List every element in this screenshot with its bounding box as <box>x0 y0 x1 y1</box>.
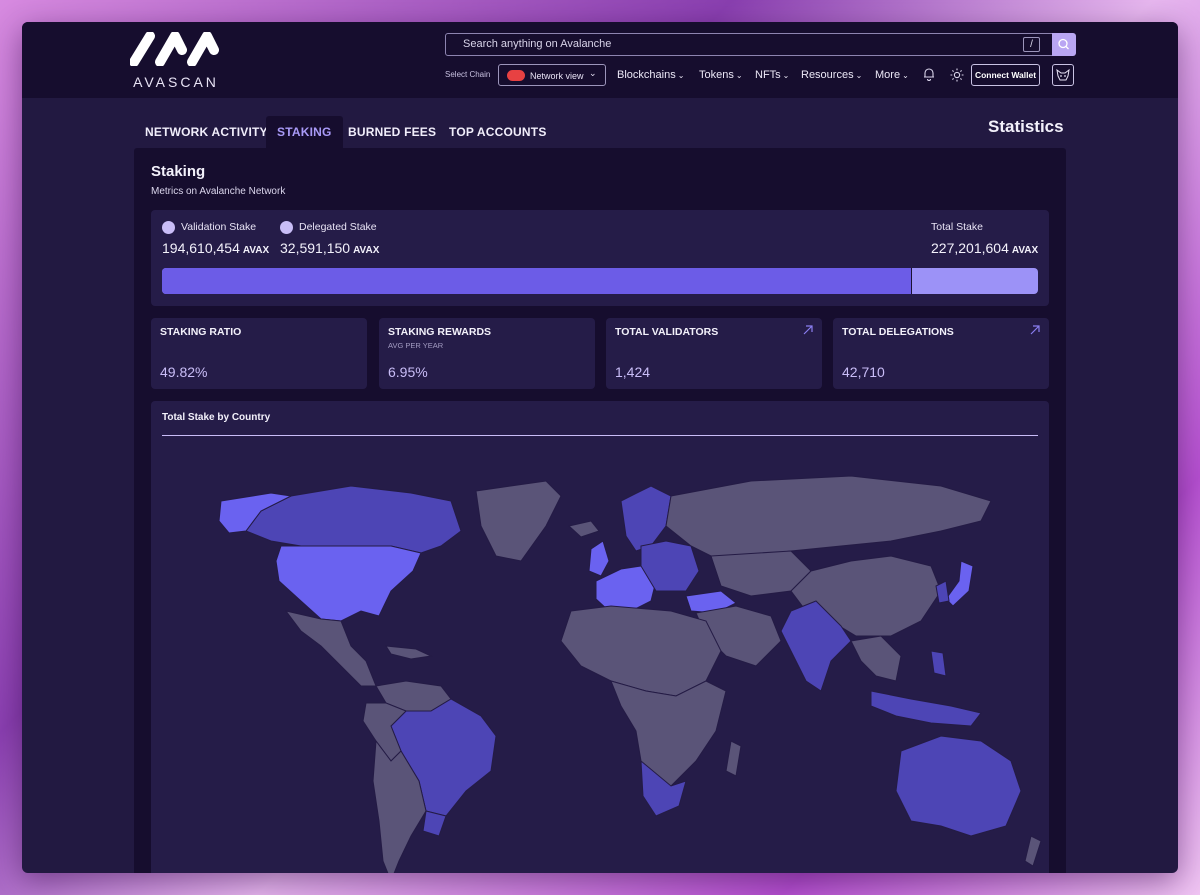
map-country-indonesia[interactable] <box>870 690 982 727</box>
unit-label: AVAX <box>242 245 270 256</box>
metamask-button[interactable] <box>1052 64 1074 86</box>
validation-stake-value: 194,610,454 AVAX <box>162 240 269 256</box>
chevron-down-icon: ⌄ <box>677 71 685 80</box>
validation-stake-amount: 194,610,454 <box>162 240 240 256</box>
theme-toggle-sun-icon[interactable] <box>950 68 964 82</box>
map-country-philippines[interactable] <box>930 650 947 677</box>
map-country-madagascar[interactable] <box>725 740 742 777</box>
metric-label: STAKING REWARDS <box>388 326 492 338</box>
nav-label: NFTs <box>755 69 781 81</box>
stake-distribution-bar <box>162 268 1038 294</box>
delegated-legend-dot <box>280 221 293 234</box>
map-country-russia[interactable] <box>665 475 992 557</box>
world-map[interactable] <box>151 441 1049 873</box>
tab-staking[interactable]: STAKING <box>266 116 343 148</box>
map-title-divider <box>162 435 1038 436</box>
delegated-stake-amount: 32,591,150 <box>280 240 351 256</box>
validation-legend-dot <box>162 221 175 234</box>
bell-icon[interactable] <box>922 67 936 81</box>
map-country-africa-north[interactable] <box>560 605 722 697</box>
avalanche-chain-icon <box>507 70 525 81</box>
metric-label: TOTAL VALIDATORS <box>615 326 719 338</box>
metric-card-total-delegations[interactable]: TOTAL DELEGATIONS 42,710 <box>833 318 1049 389</box>
nav-nfts[interactable]: NFTs ⌄ <box>755 69 789 81</box>
metric-value: 42,710 <box>842 364 885 380</box>
nav-resources[interactable]: Resources ⌄ <box>801 69 862 81</box>
map-country-japan[interactable] <box>945 560 974 607</box>
search-button[interactable] <box>1052 33 1076 56</box>
nav-label: More <box>875 69 901 81</box>
nav-blockchains[interactable]: Blockchains ⌄ <box>617 69 684 81</box>
chevron-down-icon: ⌄ <box>902 71 909 80</box>
nav-label: Tokens <box>699 69 734 81</box>
total-stake-value: 227,201,604 AVAX <box>931 240 1038 256</box>
metric-value: 49.82% <box>160 364 208 380</box>
nav-more[interactable]: More ⌄ <box>875 69 909 81</box>
metric-value: 1,424 <box>615 364 651 380</box>
map-country-usa[interactable] <box>275 545 422 622</box>
chevron-down-icon: ⌄ <box>782 71 790 80</box>
logo-text: AVASCAN <box>133 74 219 90</box>
map-country-australia[interactable] <box>895 735 1022 837</box>
metric-card-total-validators[interactable]: TOTAL VALIDATORS 1,424 <box>606 318 822 389</box>
metamask-fox-icon <box>1056 68 1070 81</box>
metric-label: STAKING RATIO <box>160 326 242 338</box>
chevron-down-icon: ⌄ <box>589 68 597 78</box>
tab-burned-fees[interactable]: BURNED FEES <box>337 116 447 148</box>
total-stake-label: Total Stake <box>931 221 983 233</box>
search-icon <box>1058 38 1069 50</box>
tab-top-accounts[interactable]: TOP ACCOUNTS <box>438 116 558 148</box>
search-shortcut-key: / <box>1023 37 1040 52</box>
metric-label: TOTAL DELEGATIONS <box>842 326 954 338</box>
map-country-africa-central[interactable] <box>610 680 727 792</box>
arrow-up-right-icon[interactable] <box>1030 325 1040 335</box>
search-input[interactable]: Search anything on Avalanche <box>463 38 611 50</box>
chevron-down-icon: ⌄ <box>735 71 743 80</box>
map-country-greenland[interactable] <box>475 480 562 562</box>
nav-label: Resources <box>801 69 854 81</box>
panel-subtitle: Metrics on Avalanche Network <box>151 186 286 197</box>
search-bar[interactable]: Search anything on Avalanche / <box>445 33 1076 56</box>
delegated-stake-value: 32,591,150 AVAX <box>280 240 379 256</box>
select-chain-label: Select Chain <box>445 70 491 79</box>
chain-select[interactable]: Network view ⌄ <box>498 64 606 86</box>
chevron-down-icon: ⌄ <box>855 71 863 80</box>
validation-stake-bar <box>162 268 913 294</box>
stake-by-country-map-card: Total Stake by Country <box>151 401 1049 873</box>
chain-select-value: Network view <box>530 71 584 81</box>
nav-tokens[interactable]: Tokens ⌄ <box>699 69 743 81</box>
map-title: Total Stake by Country <box>162 412 271 423</box>
map-country-southeast-asia[interactable] <box>850 635 902 682</box>
map-country-uruguay[interactable] <box>422 810 447 837</box>
map-country-iceland[interactable] <box>567 520 600 538</box>
app-window: AVASCAN Search anything on Avalanche / S… <box>22 22 1178 873</box>
avascan-logo-mark <box>130 32 219 66</box>
metric-sublabel: AVG PER YEAR <box>388 341 444 350</box>
validation-stake-label: Validation Stake <box>181 221 257 233</box>
avascan-logo[interactable]: AVASCAN <box>130 32 222 92</box>
total-stake-amount: 227,201,604 <box>931 240 1009 256</box>
page-title: Statistics <box>988 117 1064 136</box>
map-country-new-zealand[interactable] <box>1024 835 1042 867</box>
unit-label: AVAX <box>1011 245 1039 256</box>
nav-label: Blockchains <box>617 69 676 81</box>
connect-wallet-button[interactable]: Connect Wallet <box>971 64 1040 86</box>
metric-card-staking-ratio: STAKING RATIO 49.82% <box>151 318 367 389</box>
metric-value: 6.95% <box>388 364 428 380</box>
top-header: AVASCAN Search anything on Avalanche / S… <box>22 22 1178 98</box>
stake-summary-card: Validation Stake 194,610,454 AVAX Delegat… <box>151 210 1049 306</box>
delegated-stake-label: Delegated Stake <box>299 221 377 233</box>
map-country-mexico[interactable] <box>284 610 377 687</box>
metric-card-staking-rewards: STAKING REWARDS AVG PER YEAR 6.95% <box>379 318 595 389</box>
map-country-uk[interactable] <box>588 540 610 577</box>
unit-label: AVAX <box>353 245 380 256</box>
tab-network-activity[interactable]: NETWORK ACTIVITY <box>134 116 279 148</box>
map-country-caribbean[interactable] <box>385 645 433 660</box>
staking-panel: Staking Metrics on Avalanche Network Val… <box>134 148 1066 873</box>
arrow-up-right-icon[interactable] <box>803 325 813 335</box>
panel-title: Staking <box>151 163 206 180</box>
